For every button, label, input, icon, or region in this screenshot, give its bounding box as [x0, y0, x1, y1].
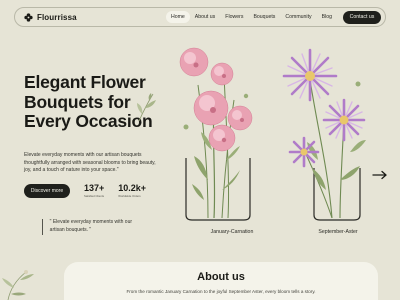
carnation-caption: January-Carnation: [210, 229, 254, 235]
stat-clients-label: Satisfied Clients: [84, 194, 105, 198]
hero-title-line-3: Every Occasion: [24, 111, 153, 131]
arrow-right-icon[interactable]: [372, 170, 388, 180]
nav-item-flowers[interactable]: Flowers: [220, 11, 248, 23]
hero-title-line-1: Elegant Flower: [24, 72, 146, 92]
brand-logo[interactable]: Flourrissa: [24, 13, 77, 22]
about-title: About us: [197, 271, 245, 283]
hero-description: Elevate everyday moments with our artisa…: [24, 152, 156, 173]
stat-clients: 137+ Satisfied Clients: [84, 183, 104, 198]
stat-clients-value: 137+: [84, 183, 105, 193]
quote-text: " Elevate everyday moments with our arti…: [49, 219, 133, 233]
nav-item-community[interactable]: Community: [280, 11, 316, 23]
hero-cta-row: Discover more 137+ Satisfied Clients 10.…: [24, 183, 146, 198]
nav-item-blog[interactable]: Blog: [317, 11, 337, 23]
top-navigation: Flourrissa Home About us Flowers Bouquet…: [14, 7, 386, 27]
nav-item-home[interactable]: Home: [165, 11, 190, 23]
plant-decoration-icon: [2, 270, 34, 300]
contact-us-button[interactable]: Contact us: [343, 10, 381, 24]
aster-illustration[interactable]: [274, 40, 374, 240]
brand-name: Flourrissa: [37, 12, 77, 22]
about-text: From the romantic January Carnation to t…: [126, 289, 316, 294]
leaf-sprig-icon: [137, 93, 156, 122]
discover-more-button[interactable]: Discover more: [24, 183, 70, 198]
nav-item-bouquets[interactable]: Bouquets: [248, 11, 280, 23]
stat-orders-value: 10.2k+: [118, 183, 147, 193]
carnation-illustration[interactable]: [164, 40, 264, 240]
aster-caption: September-Aster: [318, 229, 358, 235]
stat-orders: 10.2k+ Worldwide Orders: [118, 183, 146, 198]
flower-logo-icon: [24, 12, 33, 22]
about-section: About us From the romantic January Carna…: [64, 262, 378, 300]
nav-menu: Home About us Flowers Bouquets Community…: [165, 11, 337, 23]
hero-quote: " Elevate everyday moments with our arti…: [42, 218, 134, 235]
nav-item-about-us[interactable]: About us: [190, 11, 220, 23]
hero-title-line-2: Bouquets for: [24, 91, 131, 112]
stat-orders-label: Worldwide Orders: [118, 194, 141, 198]
quote-divider: [42, 219, 43, 235]
